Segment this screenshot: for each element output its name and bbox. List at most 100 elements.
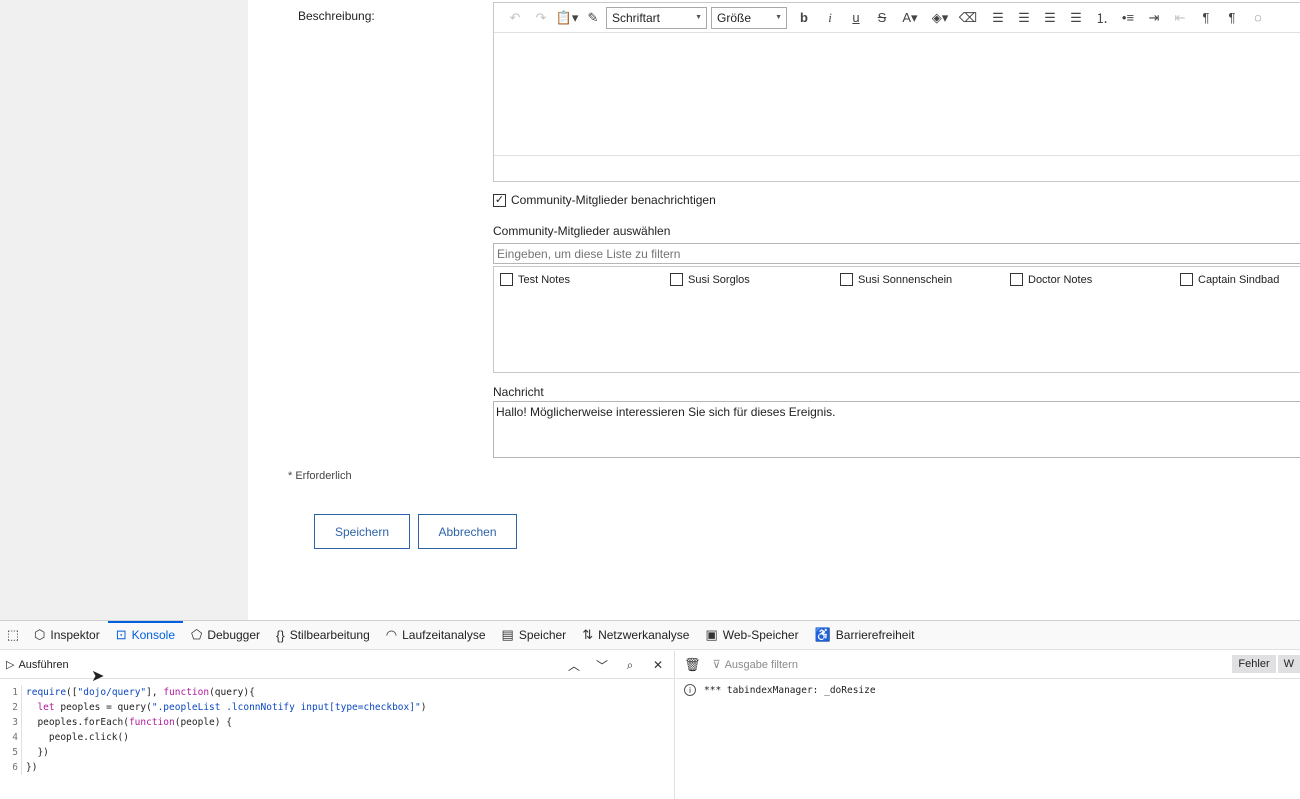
page: Beschreibung: ↶ ↷ 📋▾ ✎ Schriftart ▼ Größe… (0, 0, 1300, 799)
outdent-icon[interactable]: ⇤ (1167, 7, 1193, 29)
rtl-icon[interactable]: ¶ (1219, 7, 1245, 29)
code-line[interactable]: 1 require(["dojo/query"], function (query)… (0, 685, 675, 700)
paste-icon[interactable]: 📋▾ (554, 7, 580, 29)
filter-icon: ⊽ (712, 659, 721, 671)
code-token: ) (420, 702, 427, 713)
rich-text-editor: ↶ ↷ 📋▾ ✎ Schriftart ▼ Größe ▼ b i u S A▾ ◈… (493, 2, 1300, 182)
code-line[interactable]: 6}) (0, 760, 675, 775)
tab-console[interactable]: ⊡ Konsole (107, 621, 184, 649)
member-item[interactable]: Test Notes (500, 273, 570, 286)
font-select[interactable]: Schriftart ▼ (606, 6, 707, 29)
cancel-button[interactable]: Abbrechen (418, 514, 517, 549)
tab-inspector[interactable]: ⬡ Inspektor (26, 621, 108, 649)
element-picker-icon[interactable]: ⬚ (0, 621, 26, 649)
tab-label: Debugger (207, 628, 261, 642)
member-name: Captain Sindbad (1198, 273, 1280, 286)
console-icon: ⊡ (115, 627, 127, 642)
checkbox-icon[interactable] (840, 273, 853, 286)
highlight-color-icon[interactable]: ◈▾ (925, 7, 955, 29)
message-label: Nachricht (493, 385, 544, 399)
member-item[interactable]: Captain Sindbad (1180, 273, 1279, 286)
tab-label: Stilbearbeitung (289, 628, 370, 642)
size-select[interactable]: Größe ▼ (711, 6, 787, 29)
console-output-toolbar: 🗑 ⊽ Ausgabe filtern Fehler W (676, 651, 1300, 679)
code-token: ".peopleList .lconnNotify input[type=che… (151, 702, 421, 713)
editor-toolbar: ↶ ↷ 📋▾ ✎ Schriftart ▼ Größe ▼ b i u S A▾ ◈… (494, 3, 1300, 33)
member-item[interactable]: Susi Sorglos (670, 273, 750, 286)
reverse-search-icon[interactable]: ⌕ (620, 655, 640, 675)
code-token: "dojo/query" (77, 687, 147, 698)
tab-label: Speicher (518, 628, 567, 642)
clear-format-icon[interactable]: ⌫ (955, 7, 981, 29)
strikethrough-icon[interactable]: S (869, 7, 895, 29)
code-token: (people) { (174, 717, 232, 728)
console-body: ▷ Ausführen ︿ ﹀ ⌕ ✕ 1 require(["dojo/query… (0, 651, 1300, 799)
italic-icon[interactable]: i (817, 7, 843, 29)
message-textarea[interactable]: Hallo! Möglicherweise interessieren Sie … (493, 401, 1300, 458)
code-line[interactable]: 5 }) (0, 745, 675, 760)
tab-accessibility[interactable]: ♿ Barrierefreiheit (807, 621, 923, 649)
ltr-icon[interactable]: ¶ (1193, 7, 1219, 29)
code-token: }) (26, 762, 38, 773)
storage-icon: ▣ (705, 627, 718, 642)
underline-icon[interactable]: u (843, 7, 869, 29)
code-token: ], (146, 687, 164, 698)
undo-icon[interactable]: ↶ (502, 7, 528, 29)
run-button[interactable]: ▷ Ausführen (6, 658, 69, 672)
align-left-icon[interactable]: ☰ (985, 7, 1011, 29)
code-line[interactable]: 4 people.click() (0, 730, 675, 745)
font-color-icon[interactable]: A▾ (895, 7, 925, 29)
tab-memory[interactable]: ▤ Speicher (494, 621, 575, 649)
close-icon[interactable]: ✕ (648, 655, 668, 675)
code-token: people.click() (26, 732, 129, 743)
checkbox-checked-icon[interactable]: ✓ (493, 193, 506, 207)
checkbox-icon[interactable] (1180, 273, 1193, 286)
line-number: 3 (0, 715, 22, 730)
numbered-list-icon[interactable]: ⒈ (1089, 7, 1115, 29)
chevron-down-icon[interactable]: ﹀ (592, 655, 612, 675)
checkbox-icon[interactable] (1010, 273, 1023, 286)
members-filter-input[interactable] (493, 243, 1300, 264)
align-right-icon[interactable]: ☰ (1037, 7, 1063, 29)
checkbox-icon[interactable] (670, 273, 683, 286)
chevron-down-icon: ▼ (695, 14, 702, 21)
code-line[interactable]: 2 let peoples = query(".peopleList .lcon… (0, 700, 675, 715)
tab-performance[interactable]: ◠ Laufzeitanalyse (378, 621, 494, 649)
member-name: Test Notes (518, 273, 570, 286)
member-name: Doctor Notes (1028, 273, 1093, 286)
align-center-icon[interactable]: ☰ (1011, 7, 1037, 29)
performance-icon: ◠ (385, 627, 398, 642)
editor-content[interactable] (494, 33, 1300, 155)
bold-icon[interactable]: b (791, 7, 817, 29)
level-warnings-button[interactable]: W (1277, 655, 1300, 673)
members-list: Test Notes Susi Sorglos Susi Sonnenschei… (493, 266, 1300, 373)
member-item[interactable]: Susi Sonnenschein (840, 273, 952, 286)
code-editor[interactable]: 1 require(["dojo/query"], function (query)… (0, 685, 675, 775)
indent-icon[interactable]: ⇥ (1141, 7, 1167, 29)
more-icon[interactable]: ◌ (1245, 7, 1271, 29)
tab-network[interactable]: ⇅ Netzwerkanalyse (574, 621, 697, 649)
bullet-list-icon[interactable]: •≡ (1115, 7, 1141, 29)
notify-members-checkbox[interactable]: ✓ Community-Mitglieder benachrichtigen (493, 193, 716, 207)
member-item[interactable]: Doctor Notes (1010, 273, 1092, 286)
tab-style-editor[interactable]: {} Stilbearbeitung (268, 621, 378, 649)
play-icon: ▷ (6, 659, 15, 671)
code-token: require (26, 687, 67, 698)
required-note: * Erforderlich (288, 470, 352, 482)
chevron-up-icon[interactable]: ︿ (564, 655, 584, 675)
trash-icon[interactable]: 🗑 (684, 657, 701, 673)
code-token: ([ (66, 687, 78, 698)
output-filter[interactable]: ⊽ Ausgabe filtern (712, 658, 798, 672)
redo-icon[interactable]: ↷ (528, 7, 554, 29)
edit-icon[interactable]: ✎ (580, 7, 606, 29)
checkbox-icon[interactable] (500, 273, 513, 286)
save-button[interactable]: Speichern (314, 514, 410, 549)
tab-debugger[interactable]: ⬠ Debugger (183, 621, 268, 649)
size-select-value: Größe (717, 10, 752, 25)
justify-icon[interactable]: ☰ (1063, 7, 1089, 29)
notify-members-label: Community-Mitglieder benachrichtigen (511, 193, 716, 207)
tab-storage[interactable]: ▣ Web-Speicher (697, 621, 806, 649)
code-token: peoples.forEach( (26, 717, 129, 728)
code-line[interactable]: 3 peoples.forEach(function (people) { (0, 715, 675, 730)
level-errors-button[interactable]: Fehler (1232, 655, 1276, 673)
